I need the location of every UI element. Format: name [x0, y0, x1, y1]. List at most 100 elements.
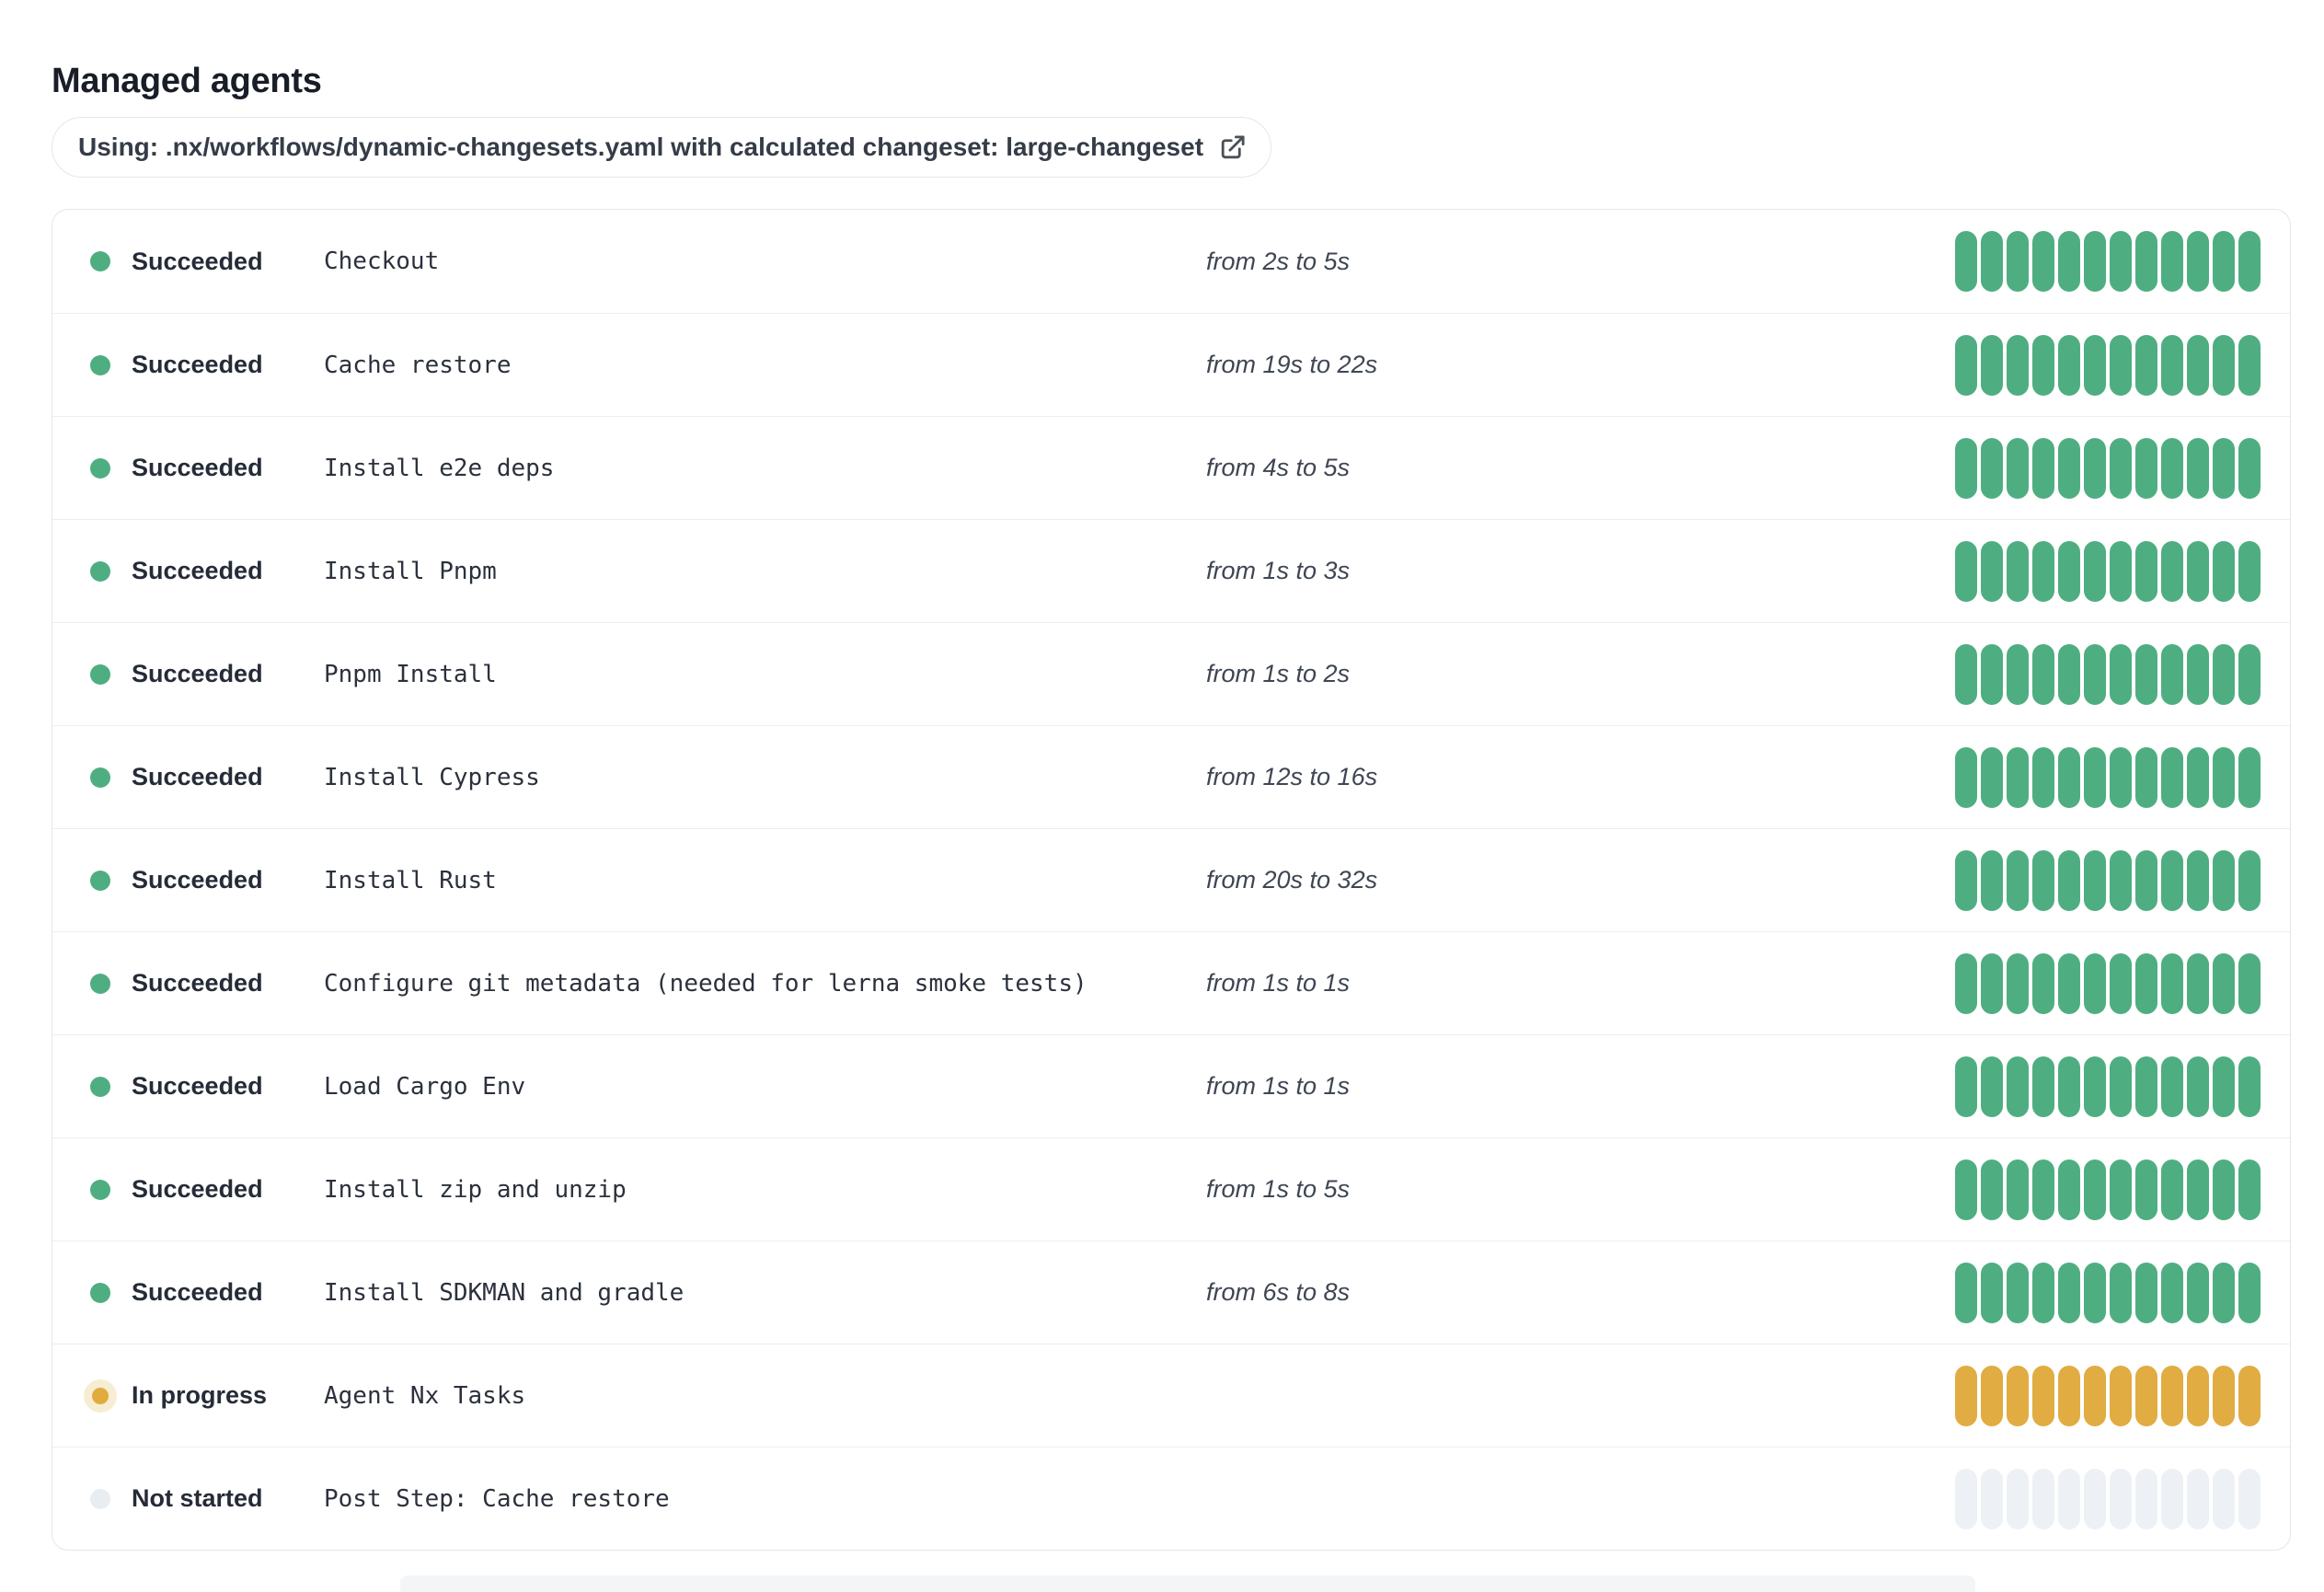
agent-progress-segment[interactable]: [2187, 1262, 2209, 1323]
agent-progress-segment[interactable]: [2032, 746, 2054, 808]
agent-progress-segment[interactable]: [2213, 746, 2235, 808]
agent-progress-segment[interactable]: [2032, 437, 2054, 499]
agent-progress-segment[interactable]: [2213, 1468, 2235, 1529]
agent-progress-segment[interactable]: [2032, 1262, 2054, 1323]
agent-progress-segment[interactable]: [2135, 1262, 2157, 1323]
agent-progress-segment[interactable]: [2161, 334, 2183, 396]
agent-progress-segment[interactable]: [1955, 437, 1977, 499]
agent-progress-segment[interactable]: [2238, 1056, 2261, 1117]
agent-progress-segment[interactable]: [1955, 1365, 1977, 1426]
agent-progress-segment[interactable]: [2187, 952, 2209, 1014]
agent-progress-segment[interactable]: [2084, 849, 2106, 911]
agent-progress-segment[interactable]: [1981, 849, 2003, 911]
agent-progress-segment[interactable]: [1981, 746, 2003, 808]
agent-progress-segment[interactable]: [2084, 1262, 2106, 1323]
agent-progress-segment[interactable]: [2238, 1262, 2261, 1323]
agent-progress-segment[interactable]: [2110, 1262, 2132, 1323]
agent-progress-segment[interactable]: [2058, 540, 2080, 602]
agent-progress-segment[interactable]: [2187, 1468, 2209, 1529]
agent-progress-segment[interactable]: [1981, 1468, 2003, 1529]
step-row[interactable]: In progress Agent Nx Tasks: [52, 1344, 2290, 1447]
agent-progress-segment[interactable]: [2238, 540, 2261, 602]
agent-progress-segment[interactable]: [2187, 540, 2209, 602]
agent-progress-segment[interactable]: [1981, 1365, 2003, 1426]
agent-progress-segment[interactable]: [2058, 746, 2080, 808]
agent-progress-segment[interactable]: [2007, 1468, 2029, 1529]
agent-progress-segment[interactable]: [2110, 1159, 2132, 1220]
agent-progress-segment[interactable]: [2110, 1365, 2132, 1426]
agent-progress-segment[interactable]: [1981, 643, 2003, 705]
agent-progress-segment[interactable]: [2084, 1056, 2106, 1117]
agent-progress-segment[interactable]: [2135, 540, 2157, 602]
agent-progress-segment[interactable]: [2007, 1056, 2029, 1117]
step-row[interactable]: Not started Post Step: Cache restore: [52, 1447, 2290, 1550]
agent-progress-segment[interactable]: [2161, 1468, 2183, 1529]
workflow-banner-link[interactable]: Using: .nx/workflows/dynamic-changesets.…: [52, 117, 1272, 178]
agent-progress-segment[interactable]: [2213, 540, 2235, 602]
agent-progress-segment[interactable]: [2161, 1365, 2183, 1426]
agent-progress-segment[interactable]: [2238, 437, 2261, 499]
step-row[interactable]: Succeeded Cache restore from 19s to 22s: [52, 313, 2290, 416]
agent-progress-segment[interactable]: [2161, 1056, 2183, 1117]
agent-progress-segment[interactable]: [2213, 334, 2235, 396]
agent-progress-segment[interactable]: [2187, 1056, 2209, 1117]
step-row[interactable]: Succeeded Install SDKMAN and gradle from 6…: [52, 1240, 2290, 1344]
step-row[interactable]: Succeeded Pnpm Install from 1s to 2s: [52, 622, 2290, 725]
agent-progress-segment[interactable]: [2135, 746, 2157, 808]
agent-progress-segment[interactable]: [2161, 952, 2183, 1014]
agent-progress-segment[interactable]: [2213, 231, 2235, 292]
agent-progress-segment[interactable]: [2161, 643, 2183, 705]
agent-progress-segment[interactable]: [2187, 643, 2209, 705]
agent-progress-segment[interactable]: [2161, 437, 2183, 499]
agent-progress-segment[interactable]: [2032, 334, 2054, 396]
agent-progress-segment[interactable]: [2161, 1262, 2183, 1323]
agent-progress-segment[interactable]: [2007, 849, 2029, 911]
agent-progress-segment[interactable]: [2032, 1159, 2054, 1220]
agent-progress-segment[interactable]: [2213, 437, 2235, 499]
step-row[interactable]: Succeeded Configure git metadata (needed …: [52, 931, 2290, 1034]
agent-progress-segment[interactable]: [1955, 952, 1977, 1014]
agent-progress-segment[interactable]: [2238, 643, 2261, 705]
agent-progress-segment[interactable]: [1955, 746, 1977, 808]
agent-progress-segment[interactable]: [1981, 437, 2003, 499]
agent-progress-segment[interactable]: [2032, 952, 2054, 1014]
agent-progress-segment[interactable]: [2032, 1056, 2054, 1117]
agent-progress-segment[interactable]: [2238, 1365, 2261, 1426]
step-row[interactable]: Succeeded Load Cargo Env from 1s to 1s: [52, 1034, 2290, 1137]
agent-progress-segment[interactable]: [2135, 952, 2157, 1014]
agent-progress-segment[interactable]: [2238, 849, 2261, 911]
agent-progress-segment[interactable]: [2213, 849, 2235, 911]
step-row[interactable]: Succeeded Install Rust from 20s to 32s: [52, 828, 2290, 931]
agent-progress-segment[interactable]: [2110, 746, 2132, 808]
agent-progress-segment[interactable]: [1955, 1159, 1977, 1220]
agent-progress-segment[interactable]: [2058, 1365, 2080, 1426]
agent-progress-segment[interactable]: [2007, 1159, 2029, 1220]
agent-progress-segment[interactable]: [2032, 1468, 2054, 1529]
agent-progress-segment[interactable]: [2058, 1262, 2080, 1323]
agent-progress-segment[interactable]: [2058, 1159, 2080, 1220]
agent-progress-segment[interactable]: [1955, 849, 1977, 911]
agent-progress-segment[interactable]: [1981, 540, 2003, 602]
agent-progress-segment[interactable]: [2084, 952, 2106, 1014]
agent-progress-segment[interactable]: [2135, 231, 2157, 292]
agent-progress-segment[interactable]: [1981, 952, 2003, 1014]
agent-progress-segment[interactable]: [2187, 849, 2209, 911]
agent-progress-segment[interactable]: [2110, 1468, 2132, 1529]
agent-progress-segment[interactable]: [2058, 231, 2080, 292]
agent-progress-segment[interactable]: [2084, 231, 2106, 292]
agent-progress-segment[interactable]: [2058, 1056, 2080, 1117]
agent-progress-segment[interactable]: [2032, 231, 2054, 292]
agent-progress-segment[interactable]: [2238, 334, 2261, 396]
agent-progress-segment[interactable]: [2084, 1468, 2106, 1529]
step-row[interactable]: Succeeded Install Cypress from 12s to 16s: [52, 725, 2290, 828]
agent-progress-segment[interactable]: [2110, 231, 2132, 292]
agent-progress-segment[interactable]: [2161, 849, 2183, 911]
agent-progress-segment[interactable]: [2110, 849, 2132, 911]
step-row[interactable]: Succeeded Install e2e deps from 4s to 5s: [52, 416, 2290, 519]
agent-progress-segment[interactable]: [2110, 334, 2132, 396]
agent-progress-segment[interactable]: [2084, 437, 2106, 499]
agent-progress-segment[interactable]: [1955, 1056, 1977, 1117]
agent-progress-segment[interactable]: [2007, 643, 2029, 705]
agent-progress-segment[interactable]: [2032, 849, 2054, 911]
agent-progress-segment[interactable]: [2238, 746, 2261, 808]
